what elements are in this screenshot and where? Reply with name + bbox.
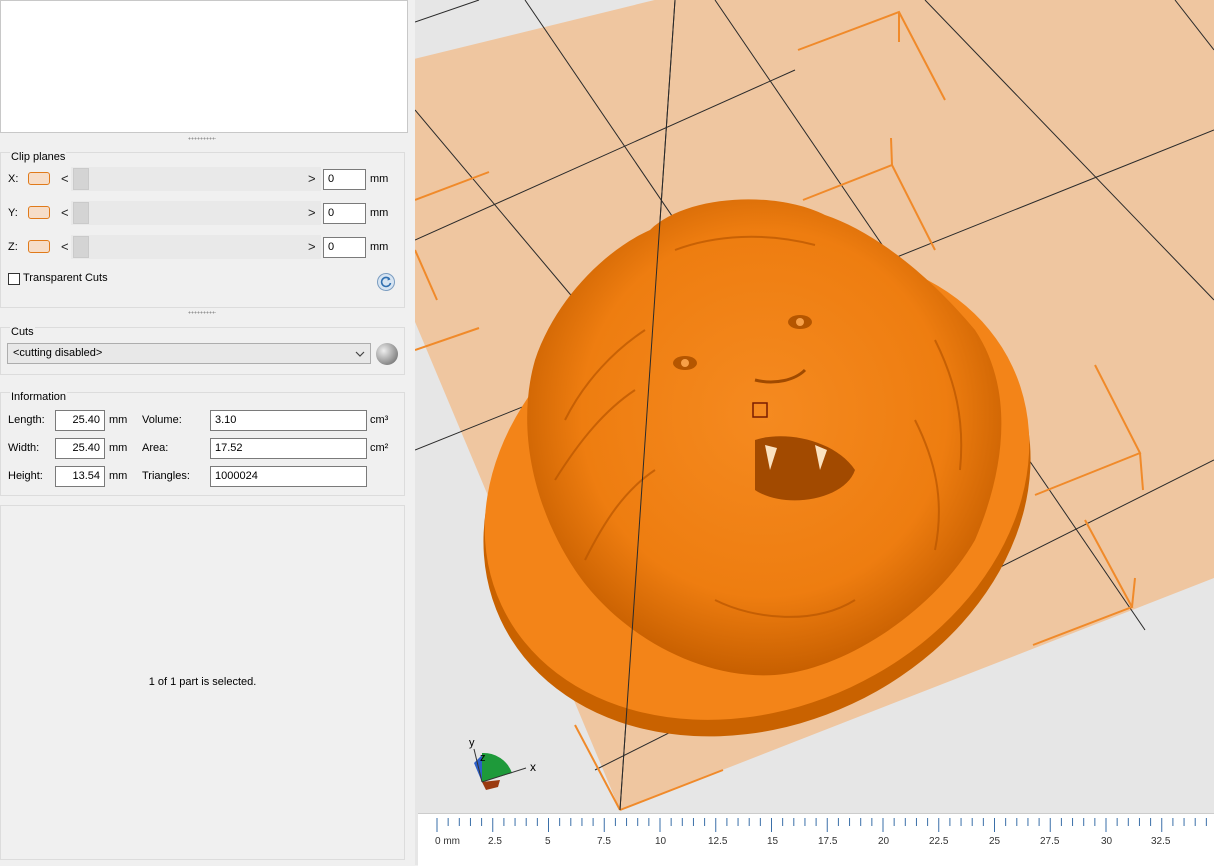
clip-planes-group: Clip planes X: < > 0 mm Y: < > 0 mm Z: <… bbox=[0, 151, 405, 308]
cuts-select-value: <cutting disabled> bbox=[13, 347, 103, 359]
clip-z-left-arrow[interactable]: < bbox=[61, 240, 69, 254]
ruler-label: 27.5 bbox=[1040, 836, 1060, 847]
ruler-label: 7.5 bbox=[597, 836, 611, 847]
3d-viewport[interactable]: y z x bbox=[415, 0, 1214, 865]
splitter-grip[interactable] bbox=[188, 137, 216, 140]
reset-clip-icon[interactable] bbox=[377, 273, 395, 291]
clip-x-label: X: bbox=[8, 173, 19, 185]
left-panel: Clip planes X: < > 0 mm Y: < > 0 mm Z: <… bbox=[0, 0, 410, 865]
ruler-label: 32.5 bbox=[1151, 836, 1171, 847]
length-value: 25.40 bbox=[55, 410, 105, 431]
ruler-label: 30 bbox=[1101, 836, 1113, 847]
information-group: Information Length: 25.40 mm Volume: 3.1… bbox=[0, 391, 405, 496]
clip-z-slider-thumb[interactable] bbox=[73, 236, 89, 258]
axis-z-label: z bbox=[480, 752, 486, 764]
clip-z-slider[interactable] bbox=[71, 235, 321, 259]
area-value: 17.52 bbox=[210, 438, 367, 459]
clip-z-label: Z: bbox=[8, 241, 18, 253]
clip-y-unit: mm bbox=[370, 207, 389, 219]
clip-x-unit: mm bbox=[370, 173, 389, 185]
preview-area bbox=[0, 0, 408, 133]
length-label: Length: bbox=[8, 414, 45, 426]
clip-y-label: Y: bbox=[8, 207, 18, 219]
clip-x-right-arrow[interactable]: > bbox=[308, 172, 316, 186]
width-label: Width: bbox=[8, 442, 40, 454]
width-unit: mm bbox=[109, 442, 128, 454]
triangles-value: 1000024 bbox=[210, 466, 367, 487]
clip-x-slider-thumb[interactable] bbox=[73, 168, 89, 190]
cuts-group: Cuts <cutting disabled> bbox=[0, 326, 405, 375]
ruler-label: 25 bbox=[989, 836, 1001, 847]
axis-y-label: y bbox=[469, 737, 475, 749]
ruler-ticks bbox=[436, 818, 1207, 832]
clip-y-input[interactable]: 0 bbox=[323, 203, 366, 224]
selection-panel: 1 of 1 part is selected. bbox=[0, 505, 405, 860]
axis-x-label: x bbox=[530, 760, 536, 774]
axis-triad: y z x bbox=[460, 735, 550, 795]
clip-y-left-arrow[interactable]: < bbox=[61, 206, 69, 220]
area-unit: cm² bbox=[370, 442, 389, 454]
information-title: Information bbox=[10, 391, 68, 403]
clip-x-slider[interactable] bbox=[71, 167, 321, 191]
ruler-label: 0 mm bbox=[435, 836, 460, 847]
volume-label: Volume: bbox=[142, 414, 182, 426]
cuts-select[interactable]: <cutting disabled> bbox=[7, 343, 371, 364]
ruler-label: 10 bbox=[655, 836, 667, 847]
clip-z-right-arrow[interactable]: > bbox=[308, 240, 316, 254]
height-unit: mm bbox=[109, 470, 128, 482]
clip-planes-title: Clip planes bbox=[10, 151, 67, 163]
splitter-grip-2[interactable] bbox=[188, 311, 216, 314]
transparent-cuts-label[interactable]: Transparent Cuts bbox=[23, 272, 108, 284]
length-unit: mm bbox=[109, 414, 128, 426]
bottom-ruler: 0 mm 2.5 5 7.5 10 12.5 15 17.5 20 22.5 2… bbox=[418, 813, 1214, 866]
triangles-label: Triangles: bbox=[142, 470, 190, 482]
volume-value: 3.10 bbox=[210, 410, 367, 431]
width-value: 25.40 bbox=[55, 438, 105, 459]
clip-x-input[interactable]: 0 bbox=[323, 169, 366, 190]
area-label: Area: bbox=[142, 442, 169, 454]
ruler-label: 5 bbox=[545, 836, 551, 847]
ruler-label: 22.5 bbox=[929, 836, 949, 847]
height-label: Height: bbox=[8, 470, 43, 482]
height-value: 13.54 bbox=[55, 466, 105, 487]
clip-x-color-swatch[interactable] bbox=[28, 172, 50, 185]
clip-x-left-arrow[interactable]: < bbox=[61, 172, 69, 186]
clip-y-slider[interactable] bbox=[71, 201, 321, 225]
ruler-label: 12.5 bbox=[708, 836, 728, 847]
selection-status: 1 of 1 part is selected. bbox=[148, 676, 257, 688]
volume-unit: cm³ bbox=[370, 414, 389, 426]
ruler-label: 2.5 bbox=[488, 836, 502, 847]
clip-y-color-swatch[interactable] bbox=[28, 206, 50, 219]
ruler-label: 15 bbox=[767, 836, 779, 847]
clip-y-slider-thumb[interactable] bbox=[73, 202, 89, 224]
clip-z-color-swatch[interactable] bbox=[28, 240, 50, 253]
ruler-label: 17.5 bbox=[818, 836, 838, 847]
clip-z-input[interactable]: 0 bbox=[323, 237, 366, 258]
cut-settings-icon[interactable] bbox=[376, 343, 398, 365]
chevron-down-icon bbox=[355, 351, 365, 357]
transparent-cuts-checkbox[interactable] bbox=[8, 273, 20, 285]
clip-z-unit: mm bbox=[370, 241, 389, 253]
ruler-label: 20 bbox=[878, 836, 890, 847]
clip-y-right-arrow[interactable]: > bbox=[308, 206, 316, 220]
cuts-title: Cuts bbox=[10, 326, 35, 338]
